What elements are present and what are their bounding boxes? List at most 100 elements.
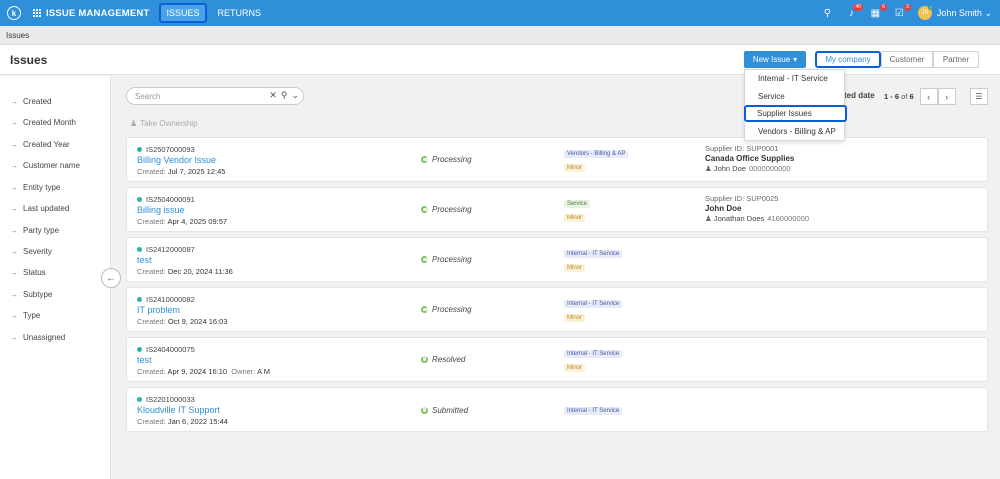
issue-id-row: IS2201000033 (137, 395, 195, 404)
online-status-dot (927, 5, 933, 10)
page-count: 1 - 6 of 6 (884, 92, 914, 101)
filter-unassigned[interactable]: → Unassigned (10, 333, 65, 342)
issue-status: Processing (421, 205, 472, 214)
page-of: of (901, 92, 908, 101)
search-input[interactable] (135, 91, 255, 101)
issue-id-row: IS2404000075 (137, 345, 195, 354)
filter-label: Customer name (23, 161, 80, 170)
filter-created-year[interactable]: → Created Year (10, 140, 70, 149)
bell-icon[interactable]: ♪ 40 (846, 3, 863, 19)
supplier-name: John Doe (705, 204, 742, 213)
issue-card[interactable]: IS2410000082 IT problem Created: Oct 9, … (126, 287, 988, 332)
filter-severity[interactable]: → Severity (10, 247, 52, 256)
filter-last-updated[interactable]: → Last updated (10, 204, 69, 213)
tasks-badge: 6 (880, 3, 887, 11)
status-dot-icon (137, 297, 142, 302)
top-right-actions: ⚲ ♪ 40 ▦ 6 ☑ 3 JS John Smith ⌄ (822, 0, 992, 26)
chevron-down-icon[interactable]: ⌄ (291, 90, 299, 101)
app-title[interactable]: ISSUE MANAGEMENT (46, 8, 149, 19)
sort-field-label[interactable]: ted date (844, 91, 875, 100)
arrow-right-icon: → (10, 161, 18, 170)
menu-item-vendors-billing-ap[interactable]: Vendors - Billing & AP (745, 123, 846, 140)
issue-id: IS2412000087 (146, 245, 195, 254)
supplier-info: Supplier ID: SUP0001 Canada Office Suppl… (705, 144, 794, 174)
issue-title-link[interactable]: Kloudville IT Support (137, 405, 220, 415)
arrow-right-icon: → (10, 226, 18, 235)
search-icon[interactable]: ⚲ (281, 90, 288, 101)
issue-card[interactable]: IS2504000091 Billing issue Created: Apr … (126, 187, 988, 232)
list-icon: ☰ (975, 92, 983, 101)
supplier-id-row: Supplier ID: SUP0001 (705, 144, 794, 154)
filter-entity-type[interactable]: → Entity type (10, 183, 60, 192)
filter-created-month[interactable]: → Created Month (10, 118, 76, 127)
menu-item-internal-it-service[interactable]: Internal - IT Service (745, 70, 846, 87)
supplier-id-label: Supplier ID: (705, 194, 745, 203)
issue-card[interactable]: IS2201000033 Kloudville IT Support Creat… (126, 387, 988, 432)
checklist-icon[interactable]: ☑ 3 (894, 3, 911, 19)
filter-customer-name[interactable]: → Customer name (10, 161, 80, 170)
issue-created: Created: Apr 4, 2025 09:57 (137, 217, 227, 226)
arrow-right-icon: → (10, 97, 18, 106)
issue-status: Processing (421, 155, 472, 164)
issue-title-link[interactable]: Billing issue (137, 205, 185, 215)
search-icon[interactable]: ⚲ (822, 8, 833, 19)
next-page-button[interactable]: › (937, 88, 956, 105)
segment-my-company[interactable]: My company (815, 51, 881, 68)
prev-page-button[interactable]: ‹ (919, 88, 938, 105)
filter-party-type[interactable]: → Party type (10, 226, 59, 235)
tab-returns[interactable]: RETURNS (213, 5, 267, 21)
arrow-right-icon: → (10, 118, 18, 127)
issue-id-row: IS2507000093 (137, 145, 195, 154)
arrow-right-icon: → (10, 333, 18, 342)
tab-issues[interactable]: ISSUES (159, 3, 207, 23)
apps-grid-icon[interactable] (33, 8, 42, 18)
filter-label: Status (23, 268, 46, 277)
chevron-down-icon: ⌄ (984, 7, 992, 18)
segment-partner[interactable]: Partner (933, 51, 979, 68)
filter-label: Created Year (23, 140, 70, 149)
issue-created: Created: Jan 6, 2022 15:44 (137, 417, 228, 426)
filter-created[interactable]: → Created (10, 97, 51, 106)
issue-card[interactable]: IS2412000087 test Created: Dec 20, 2024 … (126, 237, 988, 282)
issue-status: Resolved (421, 355, 465, 364)
segment-customer[interactable]: Customer (881, 51, 933, 68)
approvals-badge: 3 (904, 3, 911, 11)
breadcrumb-item-issues[interactable]: Issues (6, 31, 29, 40)
filter-status[interactable]: → Status (10, 268, 46, 277)
new-issue-button[interactable]: New Issue ▾ (744, 51, 806, 68)
created-label: Created: (137, 267, 166, 276)
take-ownership-button[interactable]: ♟ Take Ownership (130, 119, 198, 128)
filter-label: Type (23, 311, 41, 320)
category-badge: Internal - IT Service (564, 300, 623, 308)
issue-title-link[interactable]: Billing Vendor Issue (137, 155, 216, 165)
list-view-button[interactable]: ☰ (970, 88, 988, 105)
severity-badge: Minor (564, 214, 586, 222)
supplier-id-label: Supplier ID: (705, 144, 745, 153)
search-field: ✕ ⚲ ⌄ (126, 87, 304, 105)
app-logo[interactable]: k (7, 6, 21, 20)
filter-sidebar: → Created → Created Month → Created Year → C… (0, 76, 111, 479)
calendar-icon[interactable]: ▦ 6 (870, 3, 887, 19)
filter-type[interactable]: → Type (10, 311, 40, 320)
user-menu[interactable]: John Smith ⌄ (937, 8, 992, 19)
severity-badge: Minor (564, 364, 586, 372)
issue-title-link[interactable]: IT problem (137, 305, 180, 315)
avatar[interactable]: JS (917, 5, 933, 20)
processing-icon (421, 156, 428, 163)
issue-id: IS2410000082 (146, 295, 195, 304)
filter-subtype[interactable]: → Subtype (10, 290, 52, 299)
issue-card[interactable]: IS2507000093 Billing Vendor Issue Create… (126, 137, 988, 182)
issue-title-link[interactable]: test (137, 355, 152, 365)
issue-card[interactable]: IS2404000075 test Created: Apr 9, 2024 1… (126, 337, 988, 382)
menu-item-service[interactable]: Service (745, 88, 846, 105)
issue-id-row: IS2504000091 (137, 195, 195, 204)
clear-icon[interactable]: ✕ (269, 90, 277, 101)
person-icon: ♟ (130, 119, 138, 128)
issue-status: Processing (421, 305, 472, 314)
collapse-sidebar-button[interactable]: ← (101, 268, 121, 288)
filter-label: Last updated (23, 204, 70, 213)
arrow-right-icon: → (10, 183, 18, 192)
menu-item-supplier-issues[interactable]: Supplier Issues (744, 105, 847, 122)
issue-title-link[interactable]: test (137, 255, 152, 265)
notifications-badge: 40 (853, 3, 863, 11)
